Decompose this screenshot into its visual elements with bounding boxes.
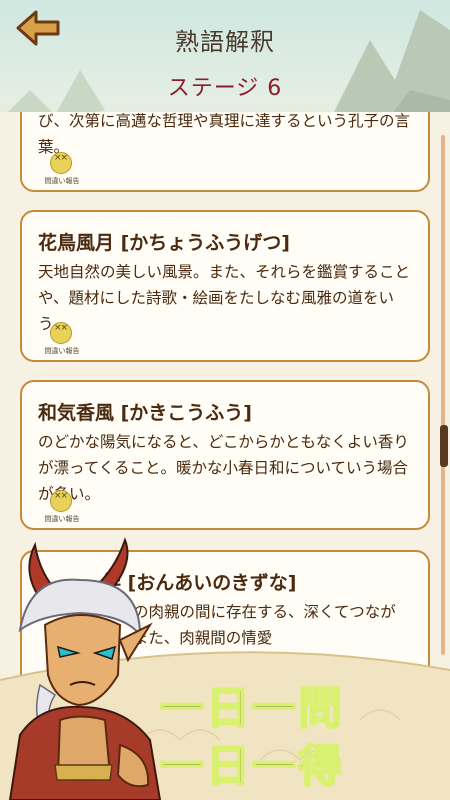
idiom-card: 和気香風 [かきこうふう] のどかな陽気になると、どこからかともなくよい香りが漂… [20,380,430,530]
page-title: 熟語解釈 [175,28,275,56]
slogan-line-1: 一日一問 [159,682,344,735]
report-label: 間違い報告 [44,515,80,523]
report-error-button[interactable]: 間違い報告 [32,322,92,356]
confused-face-icon [50,152,72,174]
report-error-button[interactable]: 間違い報告 [32,490,92,524]
stage-label: ステージ 6 [167,76,283,101]
idiom-description: 天地自然の美しい風景。また、それらを鑑賞することや、題材にした詩歌・絵画をたしな… [38,263,411,333]
report-label: 間違い報告 [44,177,80,185]
confused-face-icon [50,490,72,512]
scrollbar-thumb[interactable] [440,425,448,467]
confused-face-icon [50,322,72,344]
header: 熟語解釈 ステージ 6 [0,0,450,110]
idiom-description: び、次第に高邁な哲理や真理に達するという孔子の言葉。 [38,112,411,156]
idiom-card: び、次第に高邁な哲理や真理に達するという孔子の言葉。 間違い報告 [20,112,430,192]
report-label: 間違い報告 [44,347,80,355]
scrollbar-track[interactable] [441,135,445,655]
idiom-title: 花鳥風月 [かちょうふうげつ] [38,232,290,254]
idiom-description: のどかな陽気になると、どこからかともなくよい香りが漂ってくること。暖かな小春日和… [38,433,409,503]
idiom-title: 和気香風 [かきこうふう] [38,402,252,424]
warrior-character-illustration [8,537,162,800]
report-error-button[interactable]: 間違い報告 [32,152,92,186]
idiom-card: 花鳥風月 [かちょうふうげつ] 天地自然の美しい風景。また、それらを鑑賞すること… [20,210,430,362]
slogan-line-2: 一日一得 [159,740,344,793]
